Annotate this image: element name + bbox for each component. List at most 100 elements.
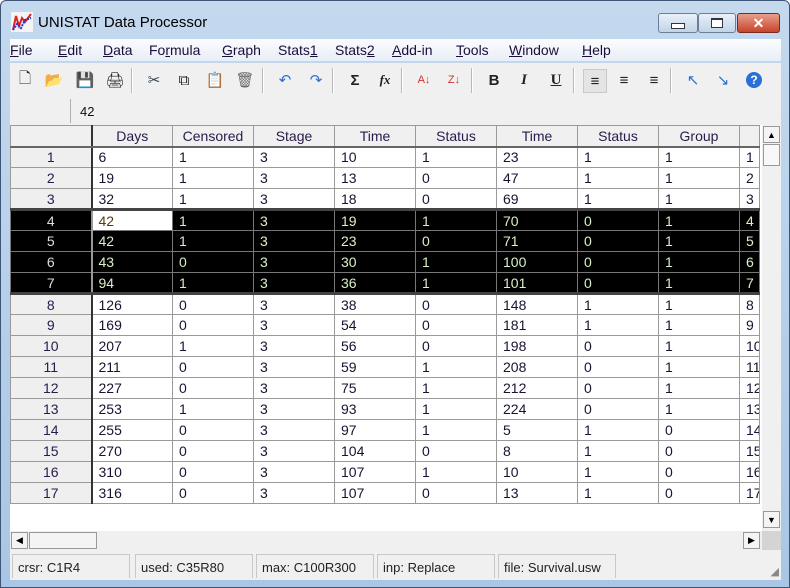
table-cell[interactable]: 104 [334, 440, 416, 462]
sort-descending-button[interactable]: Z↓ [443, 69, 465, 91]
table-cell[interactable]: 1 [658, 230, 740, 252]
cut-button[interactable]: ✂ [143, 69, 165, 91]
menu-item-edit[interactable]: Edit [58, 42, 82, 58]
table-cell[interactable]: 0 [658, 419, 740, 441]
align-center-button[interactable]: ≡ [613, 69, 635, 91]
table-cell[interactable]: 13 [496, 482, 578, 504]
table-cell[interactable]: 1 [172, 230, 254, 252]
table-cell[interactable]: 13 [334, 167, 416, 189]
table-cell[interactable]: 10 [496, 461, 578, 483]
table-cell[interactable]: 56 [334, 335, 416, 357]
table-cell[interactable]: 3 [739, 188, 760, 210]
table-cell[interactable]: 1 [172, 398, 254, 420]
formula-input[interactable]: 42 [80, 104, 94, 119]
align-right-button[interactable]: ≡ [643, 69, 665, 91]
table-cell[interactable]: 93 [334, 398, 416, 420]
table-cell[interactable]: 0 [172, 377, 254, 399]
table-cell[interactable]: 1 [415, 146, 497, 168]
table-cell[interactable]: 1 [658, 188, 740, 210]
paste-button[interactable]: 📋 [204, 69, 226, 91]
table-cell[interactable]: 227 [91, 377, 173, 399]
table-cell[interactable]: 12 [739, 377, 760, 399]
row-header[interactable]: 6 [10, 251, 93, 273]
table-cell[interactable]: 1 [172, 272, 254, 295]
row-header[interactable]: 3 [10, 188, 93, 210]
table-cell[interactable]: 0 [415, 230, 497, 252]
table-cell[interactable]: 3 [253, 356, 335, 378]
table-cell[interactable]: 17 [739, 482, 760, 504]
table-cell[interactable]: 8 [496, 440, 578, 462]
menu-item-formula[interactable]: Formula [149, 42, 200, 58]
table-cell[interactable]: 23 [496, 146, 578, 168]
delete-button[interactable]: 🗑 [234, 69, 256, 91]
menu-item-data[interactable]: Data [103, 42, 133, 58]
vertical-scrollbar[interactable]: ▲ ▼ [762, 125, 781, 531]
table-cell[interactable]: 1 [658, 398, 740, 420]
table-cell[interactable]: 71 [496, 230, 578, 252]
row-header[interactable]: 9 [10, 314, 93, 336]
table-cell[interactable]: 11 [739, 356, 760, 378]
menu-item-tools[interactable]: Tools [456, 42, 489, 58]
close-button[interactable]: ✕ [737, 13, 780, 33]
table-cell[interactable]: 316 [91, 482, 173, 504]
menu-item-help[interactable]: Help [582, 42, 611, 58]
table-cell[interactable]: 1 [658, 208, 740, 231]
table-cell[interactable]: 181 [496, 314, 578, 336]
table-cell[interactable]: 0 [172, 440, 254, 462]
table-cell[interactable]: 3 [253, 208, 335, 231]
table-cell[interactable]: 0 [172, 314, 254, 336]
table-cell[interactable]: 1 [577, 419, 659, 441]
row-header[interactable]: 1 [10, 146, 93, 168]
column-header[interactable]: Status [415, 125, 497, 148]
table-cell[interactable]: 54 [334, 314, 416, 336]
table-cell[interactable]: 198 [496, 335, 578, 357]
table-cell[interactable]: 100 [496, 251, 578, 273]
table-cell[interactable]: 0 [172, 356, 254, 378]
table-cell[interactable]: 1 [577, 188, 659, 210]
column-header[interactable]: Group [658, 125, 740, 148]
minimize-button[interactable] [658, 13, 698, 33]
column-header[interactable]: Time [496, 125, 578, 148]
table-cell[interactable]: 1 [658, 356, 740, 378]
table-cell[interactable]: 0 [415, 293, 497, 315]
column-header[interactable]: Stage [253, 125, 335, 148]
table-cell[interactable]: 1 [415, 356, 497, 378]
row-header[interactable]: 15 [10, 440, 93, 462]
table-cell[interactable]: 0 [658, 440, 740, 462]
table-cell[interactable]: 0 [172, 293, 254, 315]
table-cell[interactable]: 107 [334, 461, 416, 483]
row-header[interactable]: 10 [10, 335, 93, 357]
table-cell[interactable]: 4 [739, 208, 760, 231]
table-cell[interactable]: 2 [739, 167, 760, 189]
table-cell[interactable]: 36 [334, 272, 416, 295]
table-cell[interactable]: 3 [253, 440, 335, 462]
table-cell[interactable]: 1 [415, 419, 497, 441]
new-file-button[interactable]: 🗋 [14, 69, 36, 91]
table-cell[interactable]: 0 [415, 440, 497, 462]
column-header[interactable] [739, 125, 760, 148]
table-cell[interactable]: 1 [658, 251, 740, 273]
table-cell[interactable]: 0 [172, 419, 254, 441]
arrow-up-left-button[interactable]: ↖ [682, 69, 704, 91]
active-cell[interactable]: 42 [91, 208, 173, 231]
table-cell[interactable]: 7 [739, 272, 760, 295]
table-cell[interactable]: 148 [496, 293, 578, 315]
table-cell[interactable]: 1 [415, 208, 497, 231]
table-cell[interactable]: 13 [739, 398, 760, 420]
sum-button[interactable]: Σ [344, 69, 366, 91]
table-cell[interactable]: 1 [739, 146, 760, 168]
row-header[interactable]: 8 [10, 293, 93, 315]
table-cell[interactable]: 1 [577, 440, 659, 462]
table-cell[interactable]: 0 [658, 461, 740, 483]
scroll-right-button[interactable]: ▶ [743, 532, 760, 549]
table-cell[interactable]: 19 [91, 167, 173, 189]
table-cell[interactable]: 3 [253, 335, 335, 357]
row-header[interactable]: 11 [10, 356, 93, 378]
table-cell[interactable]: 42 [91, 230, 173, 252]
table-cell[interactable]: 1 [172, 208, 254, 231]
table-cell[interactable]: 0 [577, 377, 659, 399]
maximize-button[interactable] [698, 13, 736, 33]
table-cell[interactable]: 32 [91, 188, 173, 210]
table-cell[interactable]: 1 [658, 272, 740, 295]
table-cell[interactable]: 6 [91, 146, 173, 168]
